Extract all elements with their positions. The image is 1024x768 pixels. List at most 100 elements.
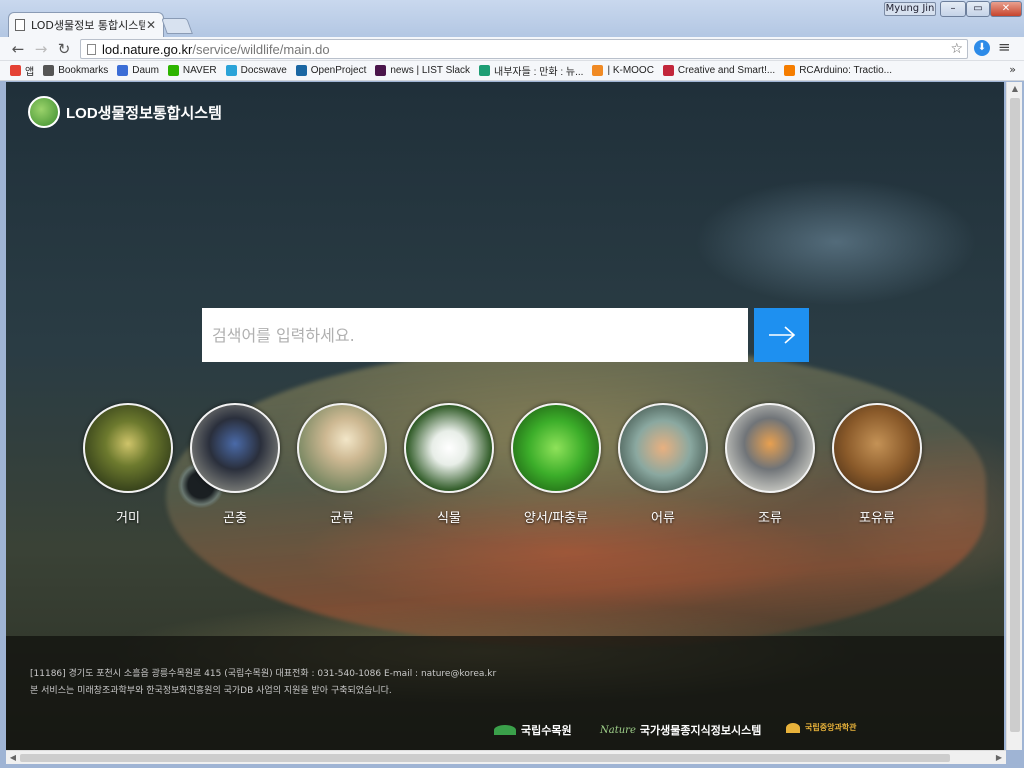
bookmarks-overflow-icon[interactable]: » bbox=[1009, 63, 1016, 76]
nature-logo-mark: Nature bbox=[600, 724, 636, 736]
category-label: 양서/파충류 bbox=[523, 511, 589, 526]
bookmark-label: news | LIST Slack bbox=[390, 65, 471, 76]
apps-icon bbox=[10, 65, 21, 76]
bookmark-item[interactable]: Creative and Smart!... bbox=[662, 65, 776, 76]
footer-logo-arboretum[interactable]: 국립수목원 bbox=[494, 722, 572, 738]
scroll-up-icon[interactable]: ▲ bbox=[1007, 82, 1023, 96]
beetle-icon[interactable] bbox=[190, 403, 280, 493]
category-label: 거미 bbox=[116, 511, 140, 526]
naver-icon bbox=[167, 65, 179, 76]
blogger-icon bbox=[784, 65, 796, 76]
bookmark-label: | K-MOOC bbox=[607, 65, 654, 76]
category-item[interactable]: 균류 bbox=[296, 403, 388, 526]
category-item[interactable]: 어류 bbox=[617, 403, 709, 526]
category-label: 곤충 bbox=[223, 511, 247, 526]
chrome-menu-icon[interactable]: ≡ bbox=[998, 38, 1011, 56]
bookmark-item[interactable]: Docswave bbox=[225, 65, 287, 76]
bookmark-item[interactable]: | K-MOOC bbox=[592, 65, 654, 76]
bookmark-item[interactable]: Bookmarks bbox=[43, 65, 108, 76]
back-icon[interactable]: ← bbox=[8, 39, 28, 59]
footer-address: [11186] 경기도 포천시 소흘읍 광릉수목원로 415 (국립수목원) 대… bbox=[30, 669, 497, 679]
creative-icon bbox=[662, 65, 674, 76]
page-icon bbox=[15, 19, 25, 31]
site-footer: [11186] 경기도 포천시 소흘읍 광릉수목원로 415 (국립수목원) 대… bbox=[6, 636, 1004, 750]
museum-logo-icon bbox=[786, 722, 800, 733]
category-label: 식물 bbox=[437, 511, 461, 526]
page-info-icon[interactable] bbox=[87, 43, 96, 55]
arrow-right-icon bbox=[768, 326, 795, 344]
url-host: lod.nature.go.kr bbox=[102, 41, 193, 57]
category-item[interactable]: 조류 bbox=[724, 403, 816, 526]
maximize-button[interactable]: ▭ bbox=[966, 1, 990, 17]
vertical-scrollbar[interactable]: ▲ bbox=[1006, 82, 1022, 750]
category-label: 어류 bbox=[651, 511, 675, 526]
bookmark-item[interactable]: 내부자들 : 만화 : 뉴... bbox=[479, 63, 583, 78]
kmooc-icon bbox=[592, 65, 604, 76]
scroll-left-icon[interactable]: ◀ bbox=[6, 751, 20, 765]
bookmark-label: 내부자들 : 만화 : 뉴... bbox=[494, 67, 584, 78]
footer-logo-label: 국립중앙과학관 bbox=[805, 723, 857, 732]
site-title: LOD생물정보통합시스템 bbox=[66, 104, 222, 122]
download-extension-icon[interactable]: ⬇ bbox=[974, 40, 990, 56]
new-tab-button[interactable] bbox=[161, 18, 193, 34]
bookmark-label: Docswave bbox=[240, 65, 287, 76]
bookmark-label: NAVER bbox=[182, 65, 217, 76]
tab-title: LOD생물정보 통합시스템 bbox=[31, 19, 145, 32]
footer-logo-label: 국립수목원 bbox=[521, 724, 572, 737]
comic-icon bbox=[479, 65, 491, 76]
category-item[interactable]: 포유류 bbox=[831, 403, 923, 526]
bookmark-label: RCArduino: Tractio... bbox=[799, 65, 892, 76]
category-item[interactable]: 양서/파충류 bbox=[510, 403, 602, 526]
browser-tab-active[interactable]: LOD생물정보 통합시스템 ✕ bbox=[8, 12, 164, 37]
vertical-scroll-thumb[interactable] bbox=[1010, 98, 1020, 732]
spider-icon[interactable] bbox=[83, 403, 173, 493]
footer-logo-species-info[interactable]: Nature 국가생물종지식정보시스템 bbox=[600, 722, 761, 738]
category-label: 균류 bbox=[330, 511, 354, 526]
bear-icon[interactable] bbox=[832, 403, 922, 493]
category-list: 거미 곤충 균류 식물 양서/파충류 어류 조류 포유류 bbox=[82, 403, 923, 526]
minimize-button[interactable]: – bbox=[940, 1, 966, 17]
category-item[interactable]: 곤충 bbox=[189, 403, 281, 526]
bookmark-label: Creative and Smart!... bbox=[677, 65, 776, 76]
bookmark-item[interactable]: OpenProject bbox=[295, 65, 366, 76]
reload-icon[interactable]: ↻ bbox=[54, 39, 74, 59]
search-button[interactable] bbox=[754, 308, 809, 362]
footer-logo-label: 국가생물종지식정보시스템 bbox=[639, 724, 762, 737]
footer-logo-science-museum[interactable]: 국립중앙과학관 bbox=[786, 722, 857, 733]
browser-titlebar: LOD생물정보 통합시스템 ✕ Myung Jin – ▭ ✕ bbox=[0, 0, 1024, 37]
forward-icon[interactable]: → bbox=[31, 39, 51, 59]
url-path: /service/wildlife/main.do bbox=[192, 41, 330, 57]
mushroom-icon[interactable] bbox=[297, 403, 387, 493]
bookmark-item[interactable]: NAVER bbox=[167, 65, 217, 76]
horizontal-scroll-thumb[interactable] bbox=[20, 754, 950, 762]
search-input[interactable] bbox=[202, 308, 748, 362]
flower-icon[interactable] bbox=[404, 403, 494, 493]
bookmark-item[interactable]: news | LIST Slack bbox=[375, 65, 470, 76]
category-item[interactable]: 식물 bbox=[403, 403, 495, 526]
bird-icon[interactable] bbox=[725, 403, 815, 493]
category-item[interactable]: 거미 bbox=[82, 403, 174, 526]
fish-icon[interactable] bbox=[618, 403, 708, 493]
slack-icon bbox=[375, 65, 387, 76]
frog-icon[interactable] bbox=[511, 403, 601, 493]
openproject-icon bbox=[295, 65, 307, 76]
category-label: 포유류 bbox=[859, 511, 895, 526]
scroll-right-icon[interactable]: ▶ bbox=[992, 751, 1006, 765]
site-logo[interactable]: LOD생물정보통합시스템 bbox=[28, 96, 222, 128]
bookmark-star-icon[interactable]: ☆ bbox=[950, 40, 963, 58]
tab-close-icon[interactable]: ✕ bbox=[145, 18, 157, 32]
page-viewport: LOD생물정보통합시스템 거미 곤충 균류 식물 양서/파충류 어류 조류 포유류 [1118… bbox=[6, 82, 1004, 750]
profile-badge[interactable]: Myung Jin bbox=[884, 2, 936, 16]
daum-icon bbox=[117, 65, 129, 76]
category-label: 조류 bbox=[758, 511, 782, 526]
bookmark-item[interactable]: 앱 bbox=[10, 63, 34, 78]
star-icon bbox=[43, 65, 55, 76]
tree-logo-icon bbox=[28, 96, 60, 128]
horizontal-scrollbar[interactable]: ◀ ▶ bbox=[6, 750, 1006, 764]
close-window-button[interactable]: ✕ bbox=[990, 1, 1022, 17]
bookmark-item[interactable]: RCArduino: Tractio... bbox=[784, 65, 892, 76]
bookmark-item[interactable]: Daum bbox=[117, 65, 159, 76]
address-bar[interactable]: lod.nature.go.kr /service/wildlife/main.… bbox=[80, 39, 968, 59]
bookmark-label: Bookmarks bbox=[58, 65, 109, 76]
bookmark-label: Daum bbox=[132, 65, 159, 76]
